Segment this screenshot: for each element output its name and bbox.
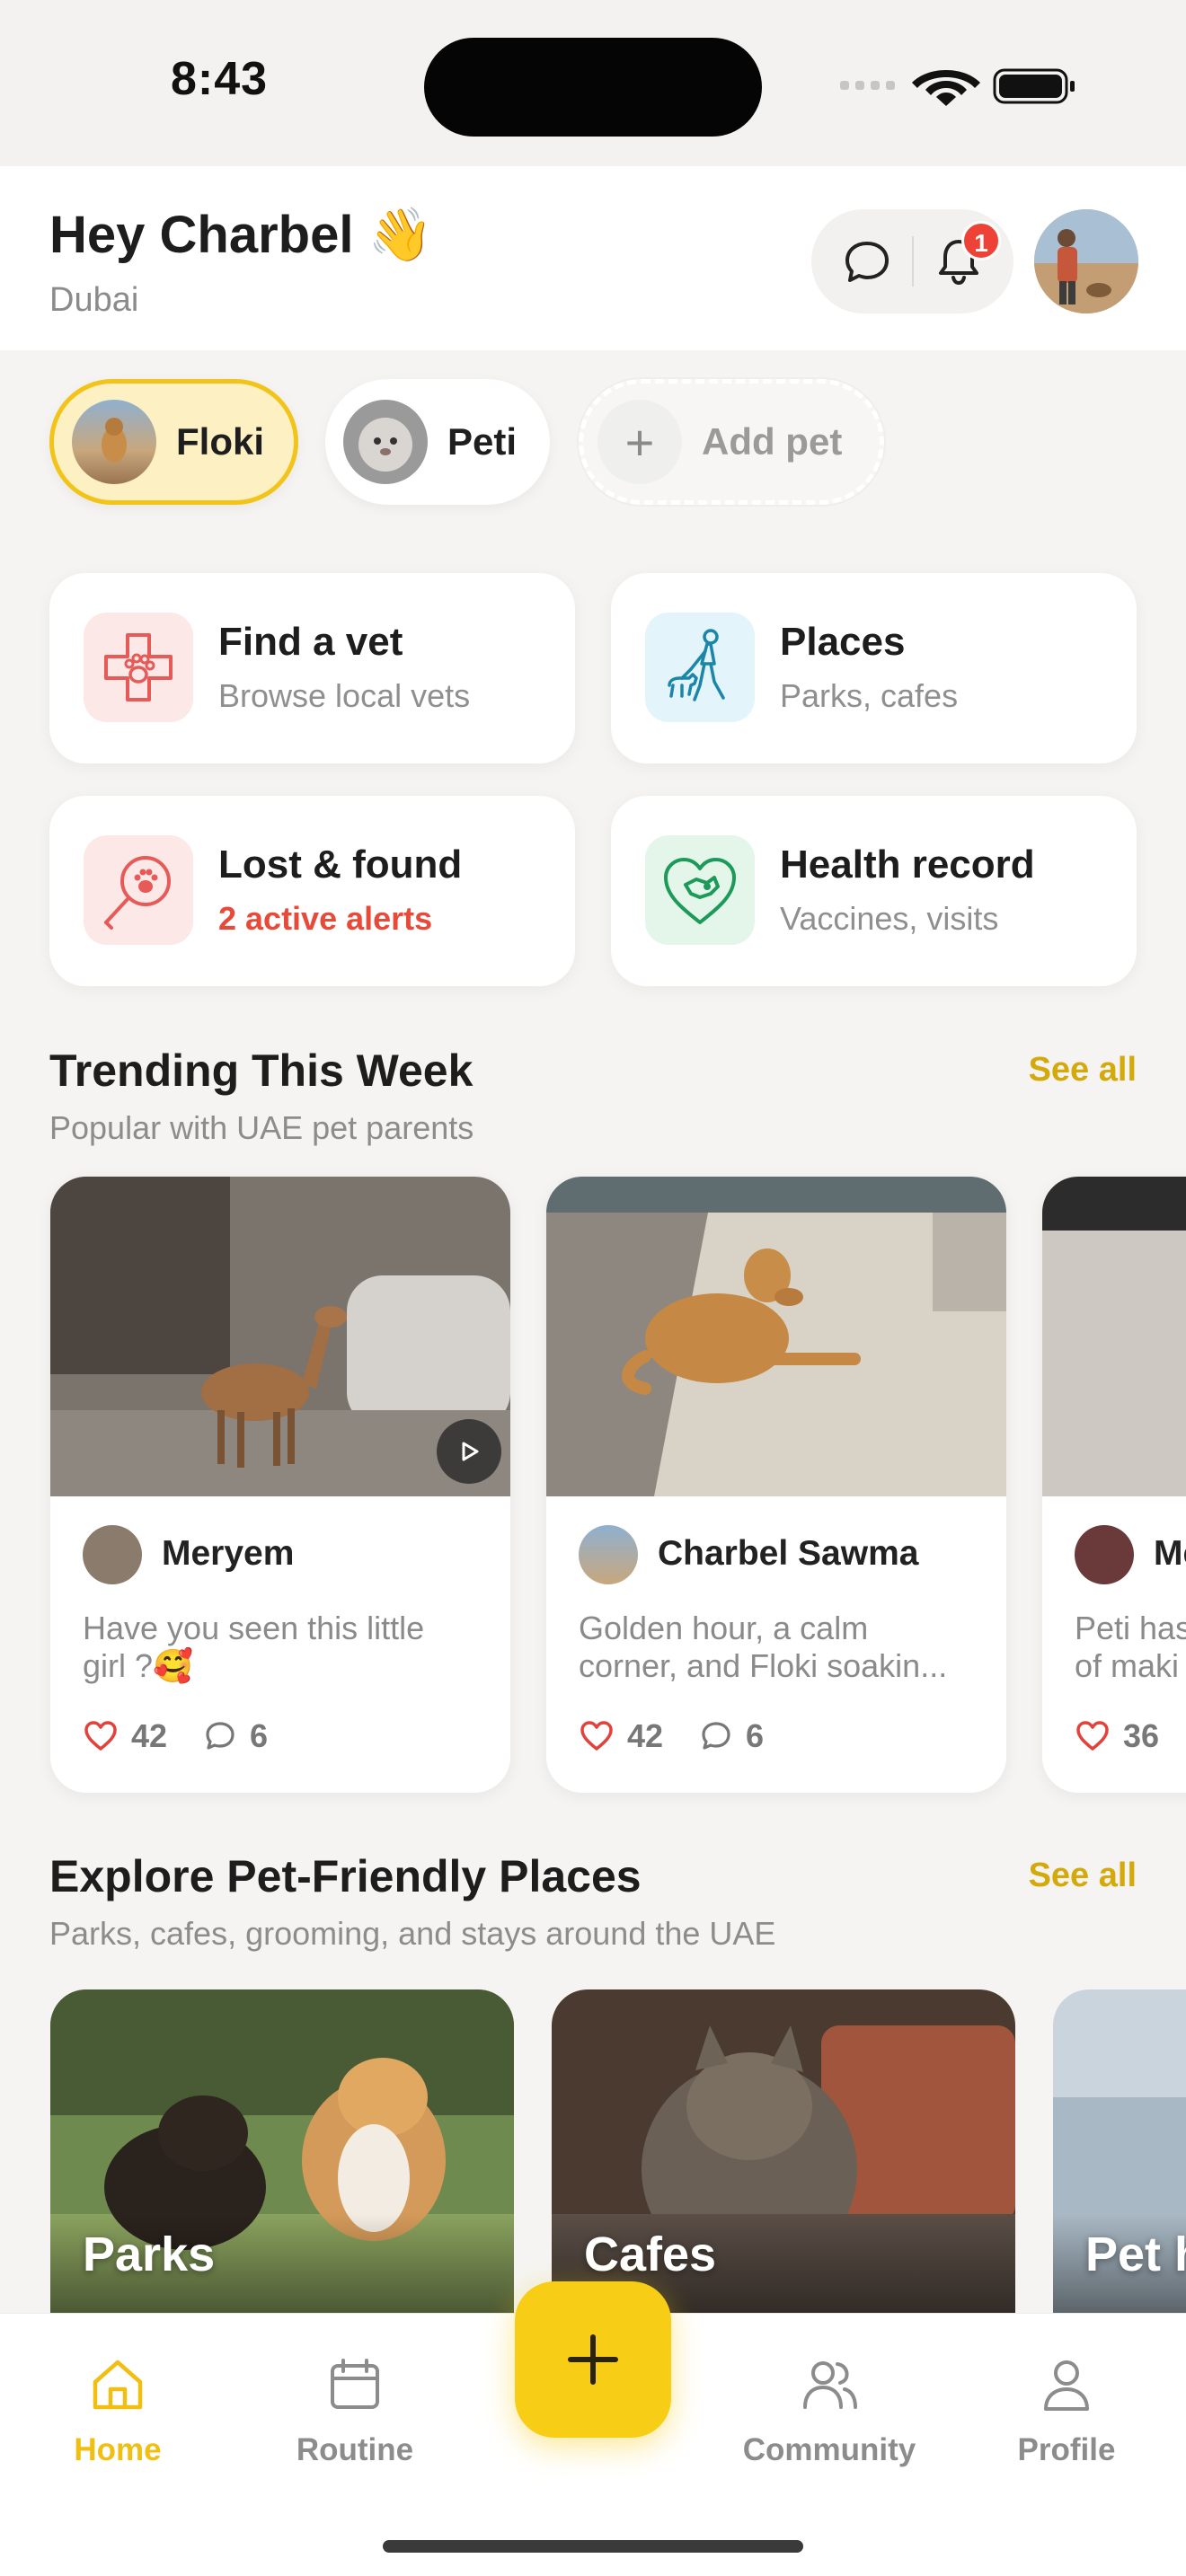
post-stats: 36 bbox=[1075, 1717, 1159, 1755]
nav-label: Routine bbox=[296, 2432, 414, 2467]
comment-icon[interactable] bbox=[699, 1719, 733, 1753]
author-avatar bbox=[579, 1525, 638, 1584]
trending-see-all-link[interactable]: See all bbox=[1029, 1051, 1137, 1090]
card-subtitle: Vaccines, visits bbox=[780, 900, 999, 937]
author-avatar bbox=[83, 1525, 142, 1584]
likes-count: 36 bbox=[1123, 1717, 1160, 1754]
notification-badge: 1 bbox=[961, 221, 1001, 260]
author-name: Me bbox=[1154, 1534, 1186, 1573]
find-vet-card[interactable]: Find a vet Browse local vets bbox=[49, 573, 575, 763]
cellular-signal-icon bbox=[840, 81, 895, 90]
place-card-parks[interactable]: Parks bbox=[50, 1989, 514, 2313]
post-image bbox=[546, 1177, 1006, 1496]
places-card[interactable]: Places Parks, cafes bbox=[611, 573, 1137, 763]
post-caption: Golden hour, a calm corner, and Floki so… bbox=[579, 1610, 948, 1684]
status-bar: 8:43 bbox=[0, 0, 1186, 166]
post-caption: Have you seen this little girl ?🥰 bbox=[83, 1610, 425, 1684]
likes-count: 42 bbox=[131, 1717, 168, 1754]
card-subtitle: Browse local vets bbox=[218, 677, 471, 714]
heart-icon[interactable] bbox=[579, 1718, 615, 1754]
status-icons bbox=[840, 68, 1075, 106]
plus-icon: + bbox=[597, 400, 682, 484]
heart-dog-icon bbox=[645, 835, 755, 945]
comments-count: 6 bbox=[746, 1717, 765, 1754]
dog-walker-icon bbox=[645, 613, 755, 722]
nav-community[interactable]: Community bbox=[739, 2353, 919, 2468]
card-title: Places bbox=[780, 620, 906, 664]
pet-photo-peti bbox=[343, 400, 428, 484]
post-image bbox=[50, 1177, 510, 1496]
dynamic-island bbox=[424, 38, 762, 137]
place-label: Pet h bbox=[1085, 2228, 1186, 2281]
greeting-title: Hey Charbel 👋 bbox=[49, 206, 433, 264]
location-label: Dubai bbox=[49, 281, 139, 319]
trending-title: Trending This Week bbox=[49, 1045, 474, 1096]
wifi-icon bbox=[912, 70, 980, 106]
author-name: Charbel Sawma bbox=[658, 1534, 919, 1573]
nav-routine[interactable]: Routine bbox=[265, 2353, 445, 2468]
nav-profile[interactable]: Profile bbox=[977, 2353, 1156, 2468]
likes-count: 42 bbox=[627, 1717, 664, 1754]
post-stats: 42 6 bbox=[579, 1717, 764, 1755]
nav-home[interactable]: Home bbox=[28, 2353, 208, 2468]
comments-count: 6 bbox=[250, 1717, 269, 1754]
plus-icon bbox=[568, 2334, 618, 2385]
home-indicator[interactable] bbox=[383, 2540, 803, 2553]
place-label: Cafes bbox=[584, 2228, 717, 2281]
card-title: Lost & found bbox=[218, 842, 463, 887]
magnifier-paw-icon bbox=[84, 835, 193, 945]
card-subtitle-alert: 2 active alerts bbox=[218, 900, 433, 937]
post-card[interactable]: Me Peti has of maki 36 bbox=[1042, 1177, 1186, 1793]
health-record-card[interactable]: Health record Vaccines, visits bbox=[611, 796, 1137, 986]
post-caption: Peti has of maki bbox=[1075, 1610, 1186, 1684]
places-see-all-link[interactable]: See all bbox=[1029, 1857, 1137, 1895]
pet-name: Floki bbox=[176, 420, 265, 463]
post-image bbox=[1042, 1177, 1186, 1496]
heart-icon[interactable] bbox=[83, 1718, 119, 1754]
card-title: Health record bbox=[780, 842, 1035, 887]
card-subtitle: Parks, cafes bbox=[780, 677, 959, 714]
status-time: 8:43 bbox=[171, 53, 269, 105]
profile-avatar[interactable] bbox=[1034, 209, 1138, 313]
heart-icon[interactable] bbox=[1075, 1718, 1111, 1754]
post-card[interactable]: Meryem Have you seen this little girl ?🥰… bbox=[50, 1177, 510, 1793]
comment-icon[interactable] bbox=[203, 1719, 237, 1753]
create-post-button[interactable] bbox=[515, 2281, 671, 2438]
place-card-pet-hotels[interactable]: Pet h bbox=[1053, 1989, 1186, 2313]
nav-label: Home bbox=[74, 2432, 162, 2467]
add-pet-label: Add pet bbox=[702, 420, 843, 463]
place-label: Parks bbox=[83, 2228, 216, 2281]
places-title: Explore Pet-Friendly Places bbox=[49, 1851, 642, 1901]
author-name: Meryem bbox=[162, 1534, 295, 1573]
post-stats: 42 6 bbox=[83, 1717, 268, 1755]
header-divider bbox=[912, 236, 914, 287]
calendar-icon bbox=[331, 2359, 379, 2409]
trending-subtitle: Popular with UAE pet parents bbox=[49, 1109, 474, 1146]
pet-name: Peti bbox=[447, 420, 518, 463]
pet-photo-floki bbox=[72, 400, 156, 484]
lost-found-card[interactable]: Lost & found 2 active alerts bbox=[49, 796, 575, 986]
pet-chip-floki[interactable]: Floki bbox=[49, 379, 298, 505]
place-card-cafes[interactable]: Cafes bbox=[552, 1989, 1015, 2313]
post-card[interactable]: Charbel Sawma Golden hour, a calm corner… bbox=[546, 1177, 1006, 1793]
places-subtitle: Parks, cafes, grooming, and stays around… bbox=[49, 1915, 776, 1952]
card-title: Find a vet bbox=[218, 620, 403, 664]
profile-icon bbox=[1044, 2360, 1089, 2411]
play-video-button[interactable] bbox=[437, 1419, 501, 1484]
community-icon bbox=[803, 2361, 857, 2409]
author-avatar bbox=[1075, 1525, 1134, 1584]
add-pet-button[interactable]: + Add pet bbox=[579, 379, 884, 505]
battery-icon bbox=[993, 68, 1075, 104]
play-icon bbox=[462, 1442, 479, 1461]
pet-chip-peti[interactable]: Peti bbox=[325, 379, 550, 505]
vet-paw-cross-icon bbox=[84, 613, 193, 722]
avatar-photo-icon bbox=[1034, 209, 1138, 313]
home-icon bbox=[93, 2360, 143, 2410]
home-screen: 8:43 Hey Charbel 👋 Dubai 1 Floki Peti + … bbox=[0, 0, 1186, 2576]
chat-icon[interactable] bbox=[838, 233, 896, 290]
nav-label: Profile bbox=[1017, 2432, 1116, 2467]
nav-label: Community bbox=[742, 2432, 916, 2467]
